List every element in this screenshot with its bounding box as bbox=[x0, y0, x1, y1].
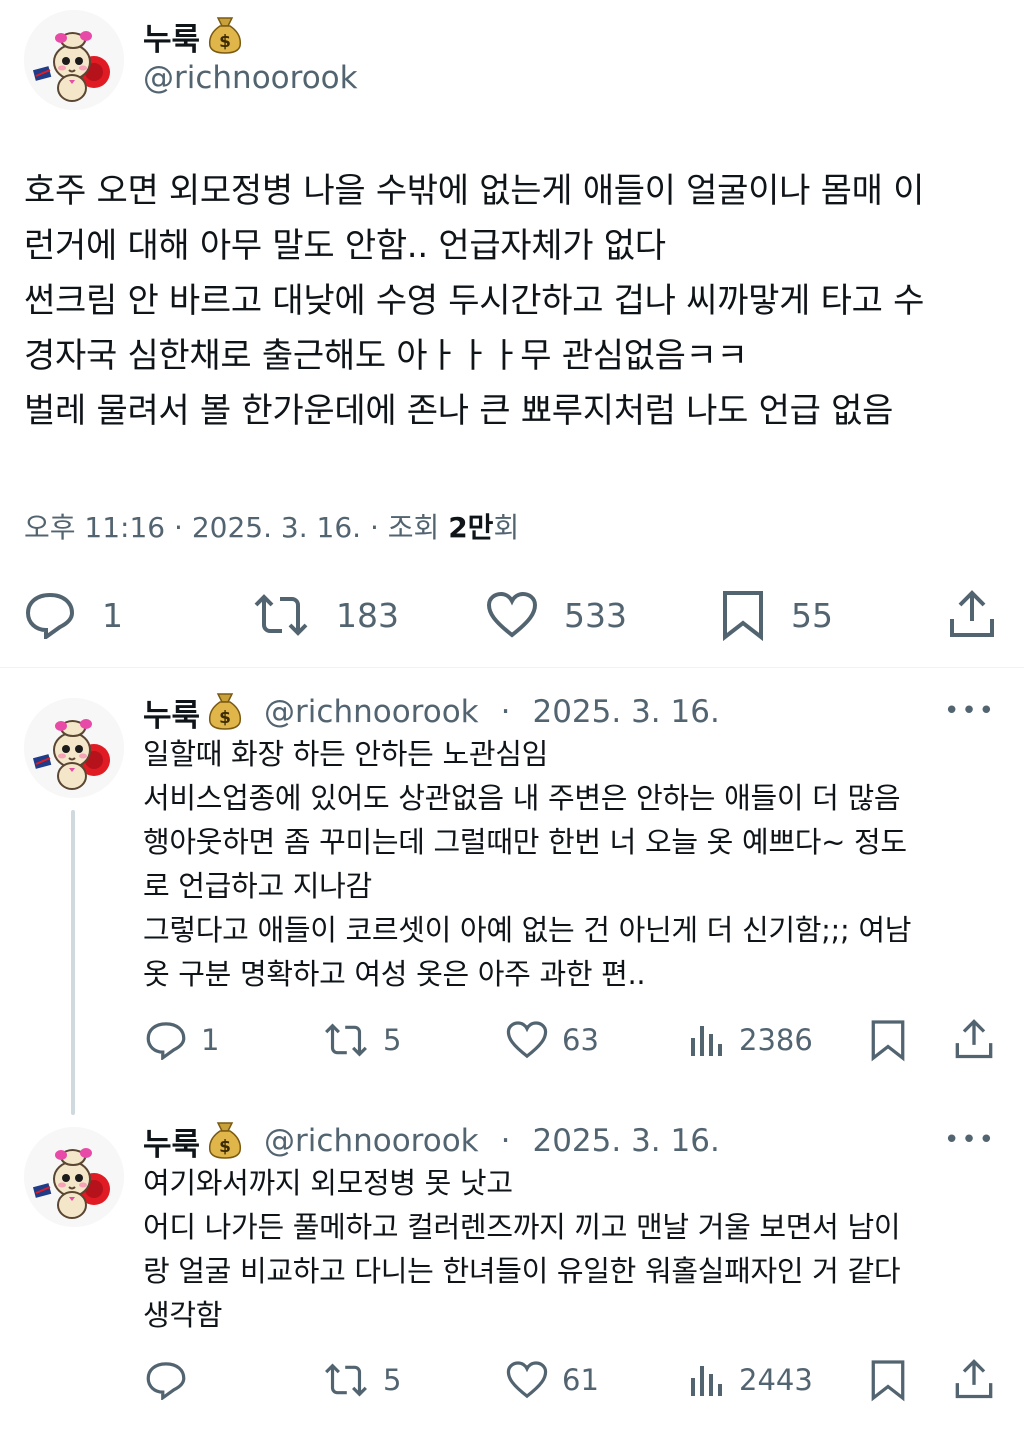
author-name[interactable]: 누룩 bbox=[143, 14, 200, 59]
avatar[interactable] bbox=[24, 698, 124, 798]
like-button[interactable]: 63 bbox=[506, 1020, 599, 1060]
reply-button[interactable] bbox=[145, 1360, 201, 1400]
bookmark-icon bbox=[723, 591, 763, 641]
heart-icon bbox=[506, 1021, 548, 1059]
tweet-date[interactable]: 2025. 3. 16. bbox=[532, 1123, 719, 1159]
analytics-icon bbox=[691, 1026, 722, 1056]
bookmark-icon bbox=[871, 1360, 905, 1402]
money-bag-icon: $ bbox=[208, 1119, 242, 1163]
reply-count: 1 bbox=[201, 1023, 220, 1057]
retweet-count: 5 bbox=[383, 1023, 402, 1057]
share-icon bbox=[955, 1019, 993, 1059]
reply-count: 1 bbox=[102, 595, 123, 635]
views-count: 2386 bbox=[739, 1023, 813, 1057]
author-name[interactable]: 누룩 bbox=[143, 1119, 200, 1164]
tweet-text: 일할때 화장 하든 안하든 노관심임 서비스업종에 있어도 상관없음 내 주변은… bbox=[143, 737, 912, 991]
reply-icon bbox=[146, 1022, 186, 1060]
thread-line bbox=[71, 810, 75, 1115]
share-button[interactable] bbox=[948, 589, 996, 639]
tweet-actions: 5 61 2443 bbox=[143, 1358, 1003, 1408]
svg-text:$: $ bbox=[219, 708, 231, 728]
retweet-count: 183 bbox=[336, 595, 399, 635]
like-count: 63 bbox=[562, 1023, 599, 1057]
retweet-icon bbox=[325, 1023, 367, 1057]
tweet-date[interactable]: 2025. 3. 16. bbox=[532, 694, 719, 730]
bookmark-count: 55 bbox=[791, 595, 833, 635]
money-bag-icon: $ bbox=[208, 14, 242, 58]
views-suffix: 회 bbox=[493, 511, 520, 544]
avatar[interactable] bbox=[24, 1127, 124, 1227]
retweet-button[interactable]: 183 bbox=[252, 591, 399, 639]
like-count: 61 bbox=[562, 1363, 599, 1397]
tweet-time[interactable]: 오후 11:16 bbox=[24, 511, 165, 544]
reply-icon bbox=[25, 592, 75, 639]
author-name[interactable]: 누룩 bbox=[143, 690, 200, 735]
reply-icon bbox=[146, 1362, 186, 1400]
tweet-meta: 오후 11:16 · 2025. 3. 16. · 조회 2만회 bbox=[24, 511, 520, 544]
bookmark-button[interactable] bbox=[870, 1018, 906, 1062]
views-count: 2만 bbox=[448, 511, 494, 544]
svg-text:$: $ bbox=[219, 1137, 231, 1157]
retweet-count: 5 bbox=[383, 1363, 402, 1397]
bookmark-icon bbox=[871, 1020, 905, 1062]
reply-header: 누룩 $ @richnoorook · 2025. 3. 16. bbox=[143, 690, 720, 734]
reply-button[interactable]: 1 bbox=[24, 591, 123, 639]
tweet-actions: 1 183 533 55 bbox=[24, 585, 1000, 645]
share-button[interactable] bbox=[954, 1018, 994, 1060]
share-icon bbox=[950, 590, 994, 637]
analytics-icon bbox=[691, 1366, 722, 1396]
share-icon bbox=[955, 1359, 993, 1399]
views-prefix: 조회 bbox=[387, 511, 440, 544]
divider bbox=[0, 667, 1024, 668]
tweet-author[interactable]: 누룩 $ @richnoorook bbox=[143, 14, 358, 96]
retweet-button[interactable]: 5 bbox=[323, 1020, 401, 1060]
author-handle[interactable]: @richnoorook bbox=[264, 694, 479, 730]
like-count: 533 bbox=[564, 595, 627, 635]
tweet-text: 호주 오면 외모정병 나을 수밖에 없는게 애들이 얼굴이나 몸매 이 런거에 … bbox=[24, 171, 925, 431]
avatar[interactable] bbox=[24, 10, 124, 110]
retweet-icon bbox=[325, 1363, 367, 1397]
like-button[interactable]: 533 bbox=[486, 591, 627, 639]
share-button[interactable] bbox=[954, 1358, 994, 1400]
retweet-icon bbox=[254, 594, 308, 636]
reply-button[interactable]: 1 bbox=[145, 1020, 219, 1060]
views-button[interactable]: 2443 bbox=[689, 1360, 813, 1400]
author-handle[interactable]: @richnoorook bbox=[143, 60, 358, 96]
more-options-icon[interactable]: ••• bbox=[944, 1125, 996, 1155]
reply-header: 누룩 $ @richnoorook · 2025. 3. 16. bbox=[143, 1119, 720, 1163]
tweet-actions: 1 5 63 2386 bbox=[143, 1018, 1003, 1068]
tweet-date[interactable]: 2025. 3. 16. bbox=[192, 511, 361, 544]
tweet-text: 여기와서까지 외모정병 못 낫고 어디 나가든 풀메하고 컬러렌즈까지 끼고 맨… bbox=[143, 1166, 901, 1332]
heart-icon bbox=[486, 591, 538, 638]
like-button[interactable]: 61 bbox=[506, 1360, 599, 1400]
retweet-button[interactable]: 5 bbox=[323, 1360, 401, 1400]
bookmark-button[interactable]: 55 bbox=[721, 589, 833, 641]
bookmark-button[interactable] bbox=[870, 1358, 906, 1402]
views-count: 2443 bbox=[739, 1363, 813, 1397]
money-bag-icon: $ bbox=[208, 690, 242, 734]
svg-text:$: $ bbox=[219, 32, 231, 52]
heart-icon bbox=[506, 1361, 548, 1399]
author-handle[interactable]: @richnoorook bbox=[264, 1123, 479, 1159]
views-button[interactable]: 2386 bbox=[689, 1020, 813, 1060]
more-options-icon[interactable]: ••• bbox=[944, 696, 996, 726]
